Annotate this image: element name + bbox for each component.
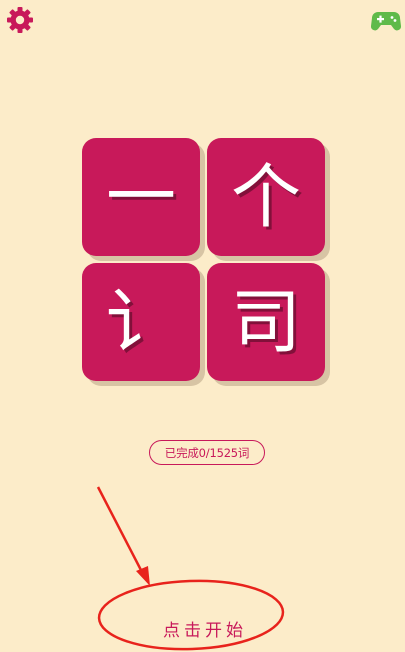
tile-character: 一 <box>106 156 176 238</box>
word-tile-2[interactable]: 个 <box>207 138 325 256</box>
start-button[interactable]: 点击开始 <box>140 610 270 646</box>
tile-character: 司 <box>231 281 301 363</box>
game-center-button[interactable] <box>370 8 402 32</box>
annotation-arrow-line <box>96 486 145 575</box>
tile-character: 个 <box>231 156 301 238</box>
annotation-arrow-head <box>136 566 150 586</box>
game-screen: 一 个 讠 司 已完成0/1525词 点击开始 <box>0 0 405 652</box>
tile-character: 讠 <box>106 281 176 363</box>
word-tile-3[interactable]: 讠 <box>82 263 200 381</box>
annotation-overlay <box>96 486 285 651</box>
progress-badge: 已完成0/1525词 <box>149 440 265 465</box>
gamepad-icon <box>370 12 402 31</box>
gear-icon <box>7 7 33 33</box>
word-tile-4[interactable]: 司 <box>207 263 325 381</box>
settings-button[interactable] <box>5 5 35 35</box>
word-tile-1[interactable]: 一 <box>82 138 200 256</box>
